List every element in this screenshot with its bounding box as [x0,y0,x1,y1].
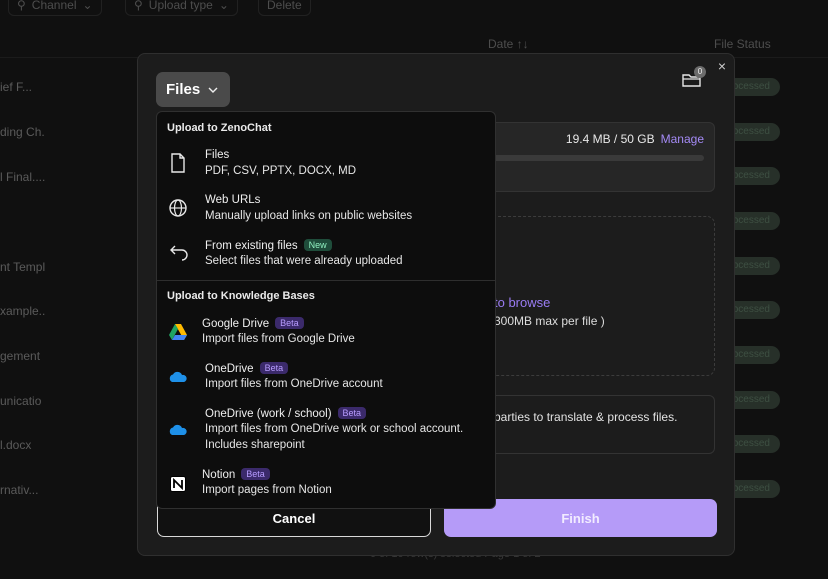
file-dropzone[interactable]: to browse 300MB max per file ) [478,216,715,376]
files-dropdown-label: Files [166,81,201,98]
menu-item-existing-files[interactable]: From existing files New Select files that… [157,234,495,274]
google-drive-icon [167,321,189,343]
menu-item-subtitle: PDF, CSV, PPTX, DOCX, MD [205,165,357,177]
menu-item-title-text: Google Drive [202,318,270,330]
beta-badge: Beta [259,362,289,374]
new-badge: New [303,239,332,251]
menu-item-title: From existing files New [205,239,332,252]
menu-item-title-text: From existing files [205,240,298,252]
menu-item-subtitle: Import files from Google Drive [202,333,355,345]
return-arrow-icon [167,242,189,264]
storage-progress-bar [478,155,704,161]
menu-item-title-text: OneDrive [205,363,254,375]
menu-item-title-text: OneDrive (work / school) [205,408,332,420]
manage-storage-link[interactable]: Manage [661,132,704,146]
onedrive-icon [167,419,189,441]
notice-text: parties to translate & process files. [494,410,678,424]
file-icon [167,152,189,174]
menu-item-subtitle: Import pages from Notion [202,484,332,496]
menu-item-subtitle: Select files that were already uploaded [205,255,403,267]
folder-count-badge: 0 [694,66,706,78]
menu-item-subtitle: Import files from OneDrive account [205,378,383,390]
menu-item-google-drive[interactable]: Google Drive Beta Import files from Googl… [157,312,495,352]
storage-used-value: 19.4 MB / 50 GB [565,132,655,146]
storage-usage-panel: 19.4 MB / 50 GB Manage [478,122,715,192]
storage-usage-text: 19.4 MB / 50 GB Manage [566,132,704,146]
menu-item-subtitle-extra: Includes sharepoint [205,439,305,451]
menu-item-subtitle: Manually upload links on public websites [205,210,413,222]
menu-item-title: Notion Beta [202,468,270,481]
menu-item-notion[interactable]: Notion Beta Import pages from Notion [157,463,495,503]
folder-button[interactable]: 0 [682,66,706,90]
menu-item-onedrive[interactable]: OneDrive Beta Import files from OneDrive … [157,357,495,397]
menu-item-subtitle: Import files from OneDrive work or schoo… [205,423,464,435]
menu-item-title: OneDrive (work / school) Beta [205,407,367,420]
upload-source-menu: Upload to ZenoChat Files PDF, CSV, PPTX,… [156,111,496,509]
third-party-notice: parties to translate & process files. [478,395,715,454]
menu-item-files[interactable]: Files PDF, CSV, PPTX, DOCX, MD [157,144,495,184]
menu-item-title: Web URLs [205,194,261,206]
menu-item-title: OneDrive Beta [205,362,289,375]
menu-item-title: Google Drive Beta [202,317,304,330]
chevron-down-icon [208,87,218,93]
globe-icon [167,197,189,219]
beta-badge: Beta [337,407,367,419]
close-icon[interactable]: × [718,58,726,74]
onedrive-icon [167,366,189,388]
browse-link[interactable]: to browse [494,295,550,310]
max-file-size-text: 300MB max per file ) [494,314,605,328]
menu-item-title: Files [205,149,230,161]
beta-badge: Beta [241,468,270,480]
menu-item-web-urls[interactable]: Web URLs Manually upload links on public… [157,189,495,229]
section-heading-zenochat: Upload to ZenoChat [167,122,272,134]
beta-badge: Beta [275,317,304,329]
files-dropdown-trigger[interactable]: Files [156,72,230,107]
menu-divider [157,280,495,281]
menu-item-onedrive-work[interactable]: OneDrive (work / school) Beta Import file… [157,402,495,458]
section-heading-knowledge-bases: Upload to Knowledge Bases [167,290,315,302]
notion-icon [167,473,189,495]
menu-item-title-text: Notion [202,469,236,481]
